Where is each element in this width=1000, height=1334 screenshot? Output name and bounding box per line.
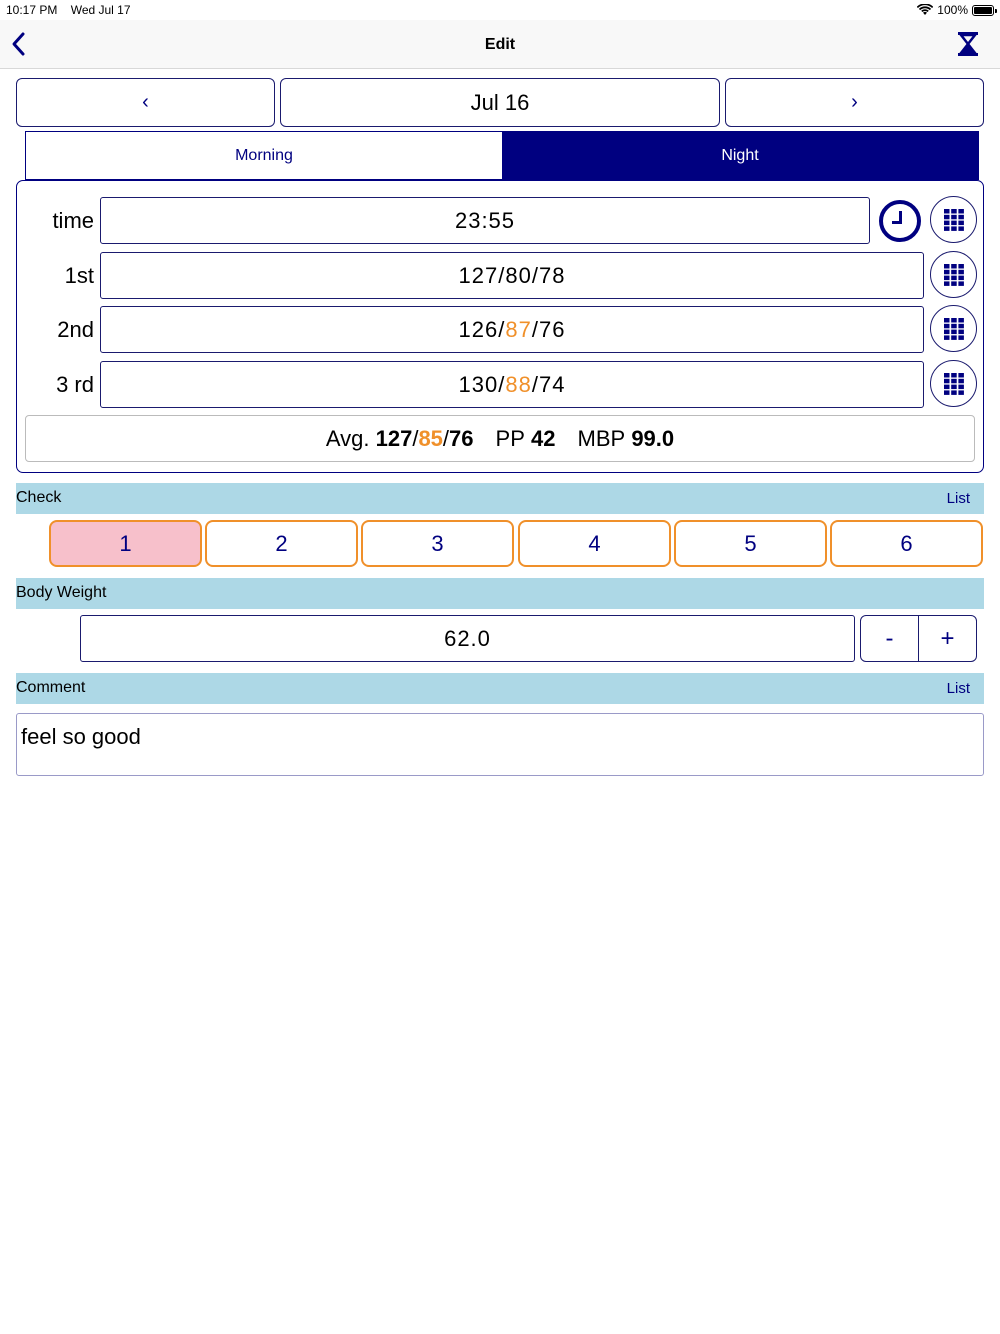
avg-sys: 127 bbox=[375, 425, 413, 451]
hourglass-icon bbox=[958, 32, 978, 56]
third-dia: 88 bbox=[505, 371, 532, 397]
time-field[interactable]: 23:55 bbox=[100, 197, 870, 244]
keypad-icon bbox=[943, 317, 964, 340]
time-of-day-segmented-control: Morning Night bbox=[25, 131, 979, 180]
average-summary: Avg. 127/85/76 PP 42 MBP 99.0 bbox=[25, 415, 975, 462]
status-time: 10:17 PM bbox=[6, 3, 58, 17]
third-sys: 130 bbox=[458, 371, 499, 397]
check-option-6[interactable]: 6 bbox=[830, 520, 983, 567]
third-pulse: 74 bbox=[538, 371, 566, 397]
pp-value: 42 bbox=[531, 425, 556, 451]
check-option-3[interactable]: 3 bbox=[361, 520, 514, 567]
first-reading-label: 1st bbox=[64, 263, 94, 288]
mbp-label: MBP bbox=[577, 425, 626, 451]
back-button[interactable] bbox=[8, 30, 32, 58]
keypad-button-second[interactable] bbox=[930, 305, 977, 352]
status-date: Wed Jul 17 bbox=[70, 3, 131, 17]
time-value: 23:55 bbox=[454, 207, 516, 233]
body-weight-section-header: Body Weight bbox=[16, 578, 984, 609]
increment-button[interactable]: + bbox=[919, 616, 976, 661]
second-reading-field[interactable]: 126/87/76 bbox=[100, 306, 924, 353]
check-list-button[interactable]: List bbox=[947, 490, 970, 507]
pp-label: PP bbox=[495, 425, 525, 451]
time-label: time bbox=[52, 208, 94, 233]
comment-title: Comment bbox=[16, 679, 86, 696]
decrement-button[interactable]: - bbox=[861, 616, 918, 661]
status-bar-left: 10:17 PM Wed Jul 17 bbox=[6, 3, 141, 17]
second-sys: 126 bbox=[458, 316, 499, 342]
clock-icon bbox=[879, 200, 921, 242]
second-dia: 87 bbox=[505, 316, 532, 342]
hourglass-button[interactable] bbox=[955, 30, 981, 58]
third-reading-label: 3 rd bbox=[56, 372, 94, 397]
second-reading-label: 2nd bbox=[57, 317, 94, 342]
date-label: Jul 16 bbox=[470, 89, 530, 115]
check-title: Check bbox=[16, 489, 62, 506]
comment-textarea[interactable]: feel so good bbox=[16, 713, 984, 776]
check-section-header: Check List bbox=[16, 483, 984, 514]
battery-percent: 100% bbox=[937, 3, 968, 17]
keypad-icon bbox=[943, 372, 964, 395]
comment-list-button[interactable]: List bbox=[947, 680, 970, 697]
check-option-2[interactable]: 2 bbox=[205, 520, 358, 567]
body-weight-stepper: - + bbox=[860, 615, 977, 662]
chevron-left-icon: ‹ bbox=[142, 91, 149, 113]
check-option-5[interactable]: 5 bbox=[674, 520, 827, 567]
clock-button[interactable] bbox=[878, 199, 922, 243]
third-reading-field[interactable]: 130/88/74 bbox=[100, 361, 924, 408]
avg-pulse: 76 bbox=[449, 425, 474, 451]
battery-icon bbox=[972, 4, 997, 16]
segment-morning[interactable]: Morning bbox=[26, 132, 502, 179]
chevron-right-icon: › bbox=[851, 91, 858, 113]
keypad-icon bbox=[943, 208, 964, 231]
keypad-button-time[interactable] bbox=[930, 196, 977, 243]
avg-label: Avg. bbox=[325, 425, 370, 451]
mbp-value: 99.0 bbox=[631, 425, 675, 451]
keypad-button-first[interactable] bbox=[930, 251, 977, 298]
next-day-button[interactable]: › bbox=[725, 78, 984, 127]
check-option-4[interactable]: 4 bbox=[518, 520, 671, 567]
check-option-1[interactable]: 1 bbox=[49, 520, 202, 567]
comment-section-header: Comment List bbox=[16, 673, 984, 704]
keypad-icon bbox=[943, 263, 964, 286]
body-weight-field[interactable]: 62.0 bbox=[80, 615, 855, 662]
body-weight-value: 62.0 bbox=[444, 625, 491, 651]
body-weight-title: Body Weight bbox=[16, 584, 107, 601]
status-bar-right: 100% bbox=[917, 3, 997, 17]
segment-night[interactable]: Night bbox=[502, 132, 978, 179]
chevron-left-icon bbox=[12, 32, 25, 56]
keypad-button-third[interactable] bbox=[930, 360, 977, 407]
page-title: Edit bbox=[484, 36, 516, 53]
previous-day-button[interactable]: ‹ bbox=[16, 78, 275, 127]
first-sys: 127 bbox=[458, 262, 499, 288]
first-pulse: 78 bbox=[538, 262, 566, 288]
first-dia: 80 bbox=[505, 262, 532, 288]
avg-dia: 85 bbox=[418, 425, 443, 451]
first-reading-field[interactable]: 127/80/78 bbox=[100, 252, 924, 299]
second-pulse: 76 bbox=[538, 316, 566, 342]
wifi-icon bbox=[917, 4, 934, 15]
date-display[interactable]: Jul 16 bbox=[280, 78, 720, 127]
